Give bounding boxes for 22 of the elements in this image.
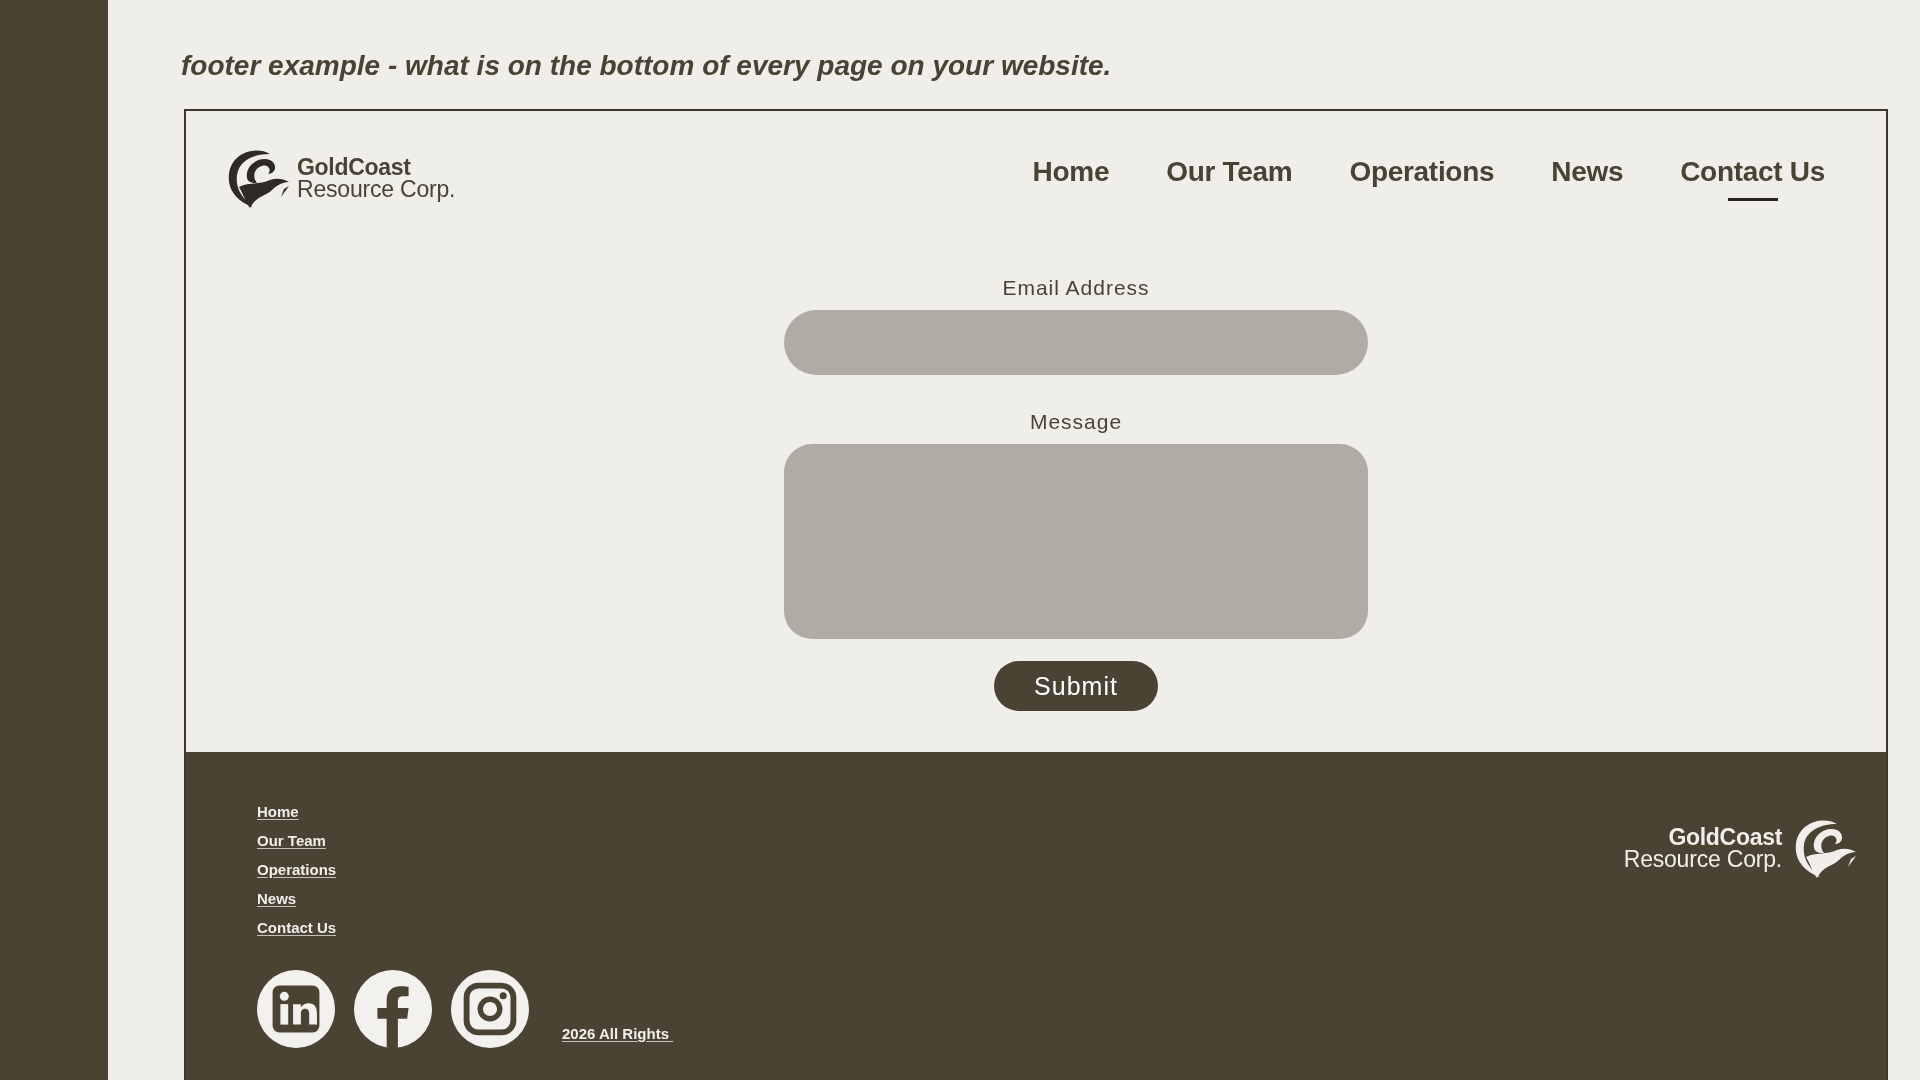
field-label: Message xyxy=(1029,409,1123,435)
footer-link[interactable]: News xyxy=(257,889,297,908)
copyright-link[interactable]: 2026 All Rights xyxy=(562,1024,674,1043)
facebook-icon[interactable] xyxy=(354,970,432,1048)
nav-link[interactable]: Our Team xyxy=(1166,155,1293,201)
logo-tagline: Resource Corp. xyxy=(297,178,456,200)
logo-name: GoldCoast xyxy=(297,156,411,178)
text-area-field[interactable] xyxy=(784,444,1368,639)
submit-button[interactable]: Submit xyxy=(994,661,1158,711)
logo-tagline: Resource Corp. xyxy=(1623,848,1782,870)
field-label: Email Address xyxy=(1002,275,1150,301)
linkedin-icon[interactable] xyxy=(257,970,335,1048)
footer-link[interactable]: Operations xyxy=(257,860,337,879)
footer-link[interactable]: Contact Us xyxy=(257,918,337,937)
instagram-icon[interactable] xyxy=(451,970,529,1048)
nav-link[interactable]: News xyxy=(1551,155,1624,201)
logo-name: GoldCoast xyxy=(1668,826,1782,848)
nav-link[interactable]: Operations xyxy=(1349,155,1495,201)
page-caption: footer example - what is on the bottom of every page on your website. xyxy=(181,49,1112,83)
nav-link[interactable]: Home xyxy=(1032,155,1110,201)
footer-link[interactable]: Home xyxy=(257,802,299,821)
footer-link[interactable]: Our Team xyxy=(257,831,326,850)
